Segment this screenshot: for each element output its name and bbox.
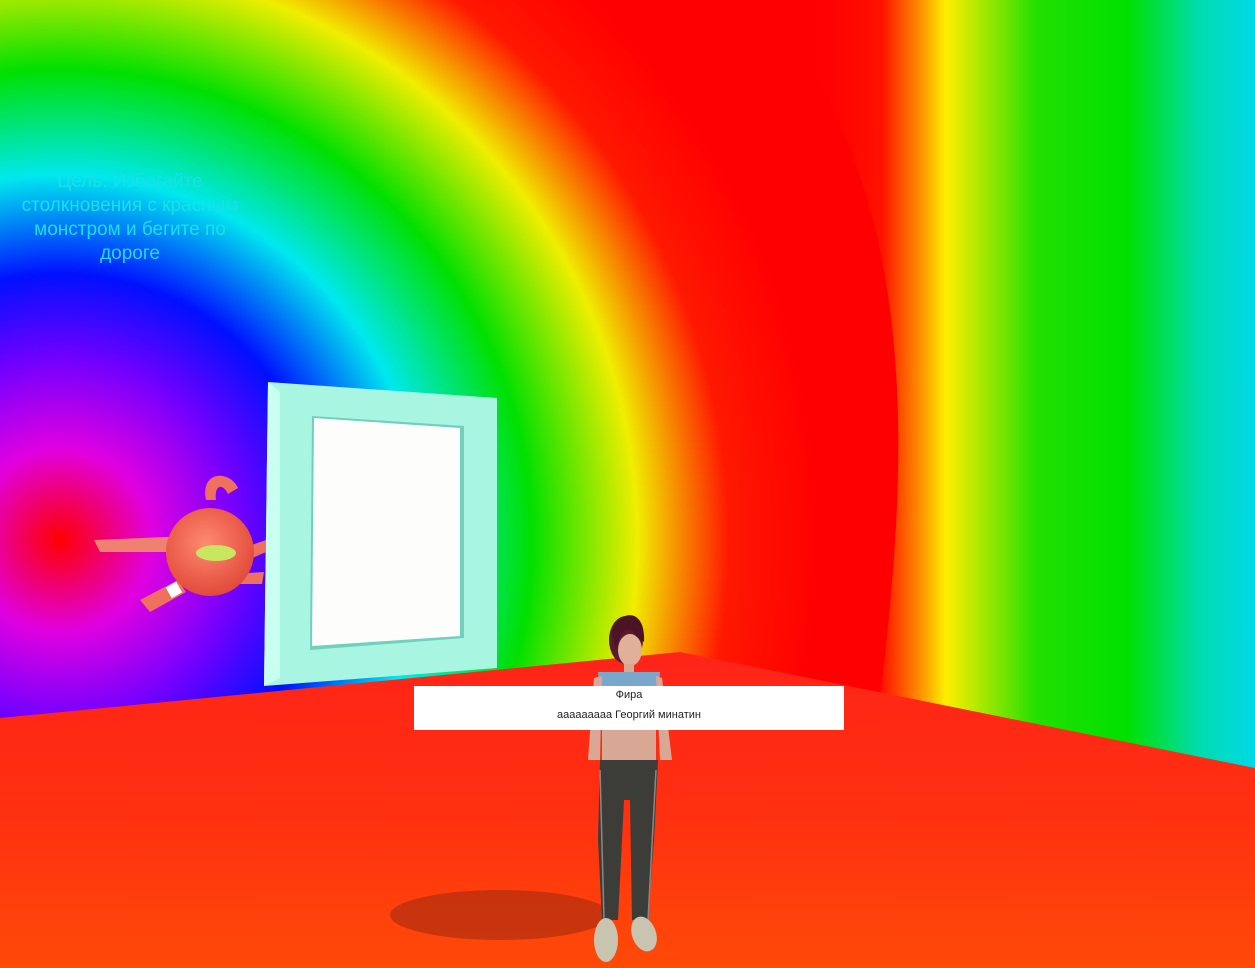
dialog-line: ааааааааа Георгий минатин: [557, 709, 701, 721]
character-shadow: [390, 890, 610, 940]
objective-text: Цель: Избегайте столкновения с красным м…: [21, 171, 239, 264]
white-door: [264, 382, 497, 686]
dialog-speaker-name: Фира: [615, 689, 643, 701]
dialog-box[interactable]: Фира ааааааааа Георгий минатин: [414, 686, 844, 730]
game-scene: [0, 0, 1255, 968]
